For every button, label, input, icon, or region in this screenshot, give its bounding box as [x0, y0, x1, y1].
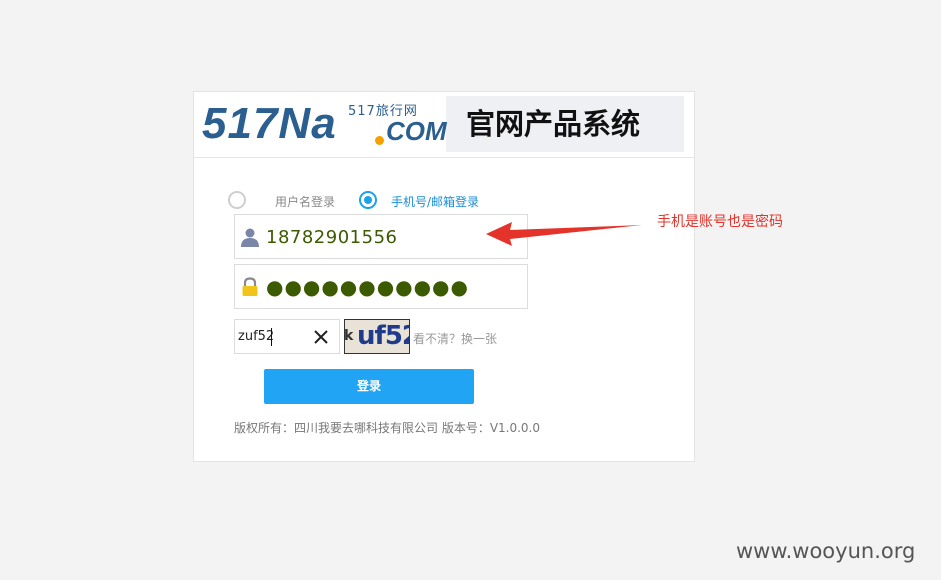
clear-icon[interactable] [313, 329, 329, 345]
annotation-note: 手机是账号也是密码 [657, 214, 783, 230]
captcha-image-prefix: k [344, 328, 353, 344]
captcha-image[interactable]: k uf52 [344, 319, 410, 354]
logo: 517Na 517旅行网 COM [198, 96, 447, 152]
card-header: 517Na 517旅行网 COM 官网产品系统 [194, 92, 694, 158]
captcha-value: zuf52 [238, 329, 275, 344]
captcha-input[interactable]: zuf52 [234, 319, 340, 354]
phone-value: 18782901556 [266, 227, 398, 248]
logo-dot [375, 136, 384, 145]
refresh-captcha-link[interactable]: 看不清？换一张 [413, 330, 497, 347]
logo-banner: 517Na 517旅行网 COM 官网产品系统 [198, 96, 684, 152]
logo-com-text: COM [386, 116, 447, 146]
page-title: 官网产品系统 [466, 107, 641, 141]
annotation-arrow-icon [486, 222, 642, 246]
password-input[interactable]: ●●●●●●●●●●● [234, 264, 528, 309]
text-caret [271, 328, 272, 346]
radio-phone-email-login[interactable] [359, 191, 377, 209]
logo-main-text: 517Na [202, 99, 337, 148]
copyright-footer: 版权所有：四川我要去哪科技有限公司 版本号：V1.0.0.0 [234, 421, 541, 435]
login-mode-selector: 用户名登录 手机号/邮箱登录 [228, 189, 528, 211]
radio-username-label[interactable]: 用户名登录 [275, 193, 335, 210]
lock-icon [242, 277, 258, 296]
radio-phone-email-label[interactable]: 手机号/邮箱登录 [391, 193, 479, 210]
radio-username-login[interactable] [228, 191, 246, 209]
password-masked-value: ●●●●●●●●●●● [266, 275, 469, 299]
login-card: 517Na 517旅行网 COM 官网产品系统 用户名登录 手机号/邮箱登录 1… [193, 91, 695, 462]
user-icon [241, 228, 259, 247]
login-button[interactable]: 登录 [264, 369, 474, 404]
captcha-image-text: uf52 [357, 321, 409, 351]
watermark: www.wooyun.org [736, 539, 916, 563]
